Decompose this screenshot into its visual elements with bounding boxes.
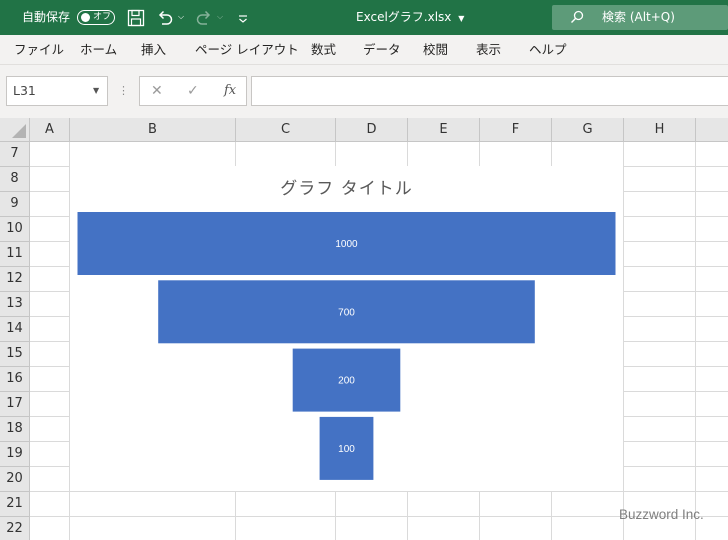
row-header-17[interactable]: 17: [0, 392, 30, 417]
data-label-1[interactable]: 1000: [335, 239, 358, 250]
row-header-20[interactable]: 20: [0, 467, 30, 492]
row-header-16[interactable]: 16: [0, 367, 30, 392]
formula-input[interactable]: [251, 76, 728, 106]
row-header-14[interactable]: 14: [0, 317, 30, 342]
tab-file[interactable]: ファイル: [14, 35, 64, 65]
column-header-a[interactable]: A: [30, 118, 70, 142]
row-header-11[interactable]: 11: [0, 242, 30, 267]
search-icon: [571, 10, 584, 23]
document-title-text: Excelグラフ.xlsx: [356, 10, 452, 24]
autosave-toggle[interactable]: オフ: [77, 10, 115, 25]
redo-icon[interactable]: [194, 8, 214, 28]
row-header-13[interactable]: 13: [0, 292, 30, 317]
document-title[interactable]: Excelグラフ.xlsx ▼: [356, 0, 464, 36]
chevron-down-icon[interactable]: ▼: [93, 77, 99, 105]
row-header-18[interactable]: 18: [0, 417, 30, 442]
select-all-icon: [12, 124, 26, 138]
tab-insert[interactable]: 挿入: [141, 35, 166, 65]
customize-toolbar-icon[interactable]: [233, 8, 253, 28]
data-label-2[interactable]: 700: [338, 307, 355, 318]
row-header-22[interactable]: 22: [0, 517, 30, 540]
chevron-down-icon: ▼: [458, 14, 465, 23]
name-box-value: L31: [13, 83, 36, 98]
tab-help[interactable]: ヘルプ: [529, 35, 567, 65]
column-header-next[interactable]: [696, 118, 728, 142]
tab-view[interactable]: 表示: [476, 35, 501, 65]
chart-plot-area[interactable]: 1000 700 200 100: [70, 166, 623, 491]
enter-icon[interactable]: ✓: [187, 77, 199, 105]
save-icon[interactable]: [126, 8, 146, 28]
ribbon-tabs: ファイル ホーム 挿入 ページ レイアウト 数式 データ 校閲 表示 ヘルプ: [0, 35, 728, 65]
formula-buttons: ✕ ✓ fx: [139, 76, 247, 106]
data-label-3[interactable]: 200: [338, 376, 355, 387]
tab-review[interactable]: 校閲: [423, 35, 448, 65]
row-header-15[interactable]: 15: [0, 342, 30, 367]
select-all-button[interactable]: [0, 118, 30, 142]
column-header-c[interactable]: C: [236, 118, 336, 142]
insert-function-icon[interactable]: fx: [224, 77, 236, 105]
name-box[interactable]: L31 ▼: [6, 76, 108, 106]
worksheet-grid[interactable]: A B C D E F G H 7 8 9 10 11 12 13 14 15 …: [0, 118, 728, 540]
search-label: 検索 (Alt+Q): [602, 10, 675, 24]
column-header-d[interactable]: D: [336, 118, 408, 142]
row-header-21[interactable]: 21: [0, 492, 30, 517]
cancel-icon[interactable]: ✕: [151, 77, 163, 105]
column-header-g[interactable]: G: [552, 118, 624, 142]
row-header-8[interactable]: 8: [0, 167, 30, 192]
toggle-knob: [81, 13, 90, 22]
search-box[interactable]: 検索 (Alt+Q): [552, 5, 728, 30]
tab-data[interactable]: データ: [363, 35, 401, 65]
row-header-19[interactable]: 19: [0, 442, 30, 467]
redo-dropdown-icon[interactable]: ⌵: [217, 9, 223, 25]
formula-bar: L31 ▼ ⋮ ✕ ✓ fx: [0, 65, 728, 118]
more-options-icon[interactable]: ⋮: [118, 85, 129, 97]
tab-page-layout[interactable]: ページ レイアウト: [195, 35, 299, 65]
column-header-e[interactable]: E: [408, 118, 480, 142]
column-header-h[interactable]: H: [624, 118, 696, 142]
data-label-4[interactable]: 100: [338, 444, 355, 455]
undo-dropdown-icon[interactable]: ⌵: [178, 9, 184, 25]
tab-formulas[interactable]: 数式: [311, 35, 336, 65]
autosave-state: オフ: [93, 12, 112, 22]
tab-home[interactable]: ホーム: [80, 35, 117, 65]
row-header-12[interactable]: 12: [0, 267, 30, 292]
row-header-10[interactable]: 10: [0, 217, 30, 242]
column-header-b[interactable]: B: [70, 118, 236, 142]
autosave-label: 自動保存: [22, 10, 71, 24]
gridline: [30, 491, 728, 492]
undo-icon[interactable]: [155, 8, 175, 28]
funnel-chart[interactable]: グラフ タイトル 1000 700 200 100: [70, 166, 623, 491]
watermark: Buzzword Inc.: [619, 507, 704, 522]
column-header-f[interactable]: F: [480, 118, 552, 142]
title-bar: 自動保存 オフ ⌵ ⌵ Excelグラフ.xlsx ▼ 検索 (Alt+Q): [0, 0, 728, 35]
row-header-9[interactable]: 9: [0, 192, 30, 217]
row-header-7[interactable]: 7: [0, 142, 30, 167]
